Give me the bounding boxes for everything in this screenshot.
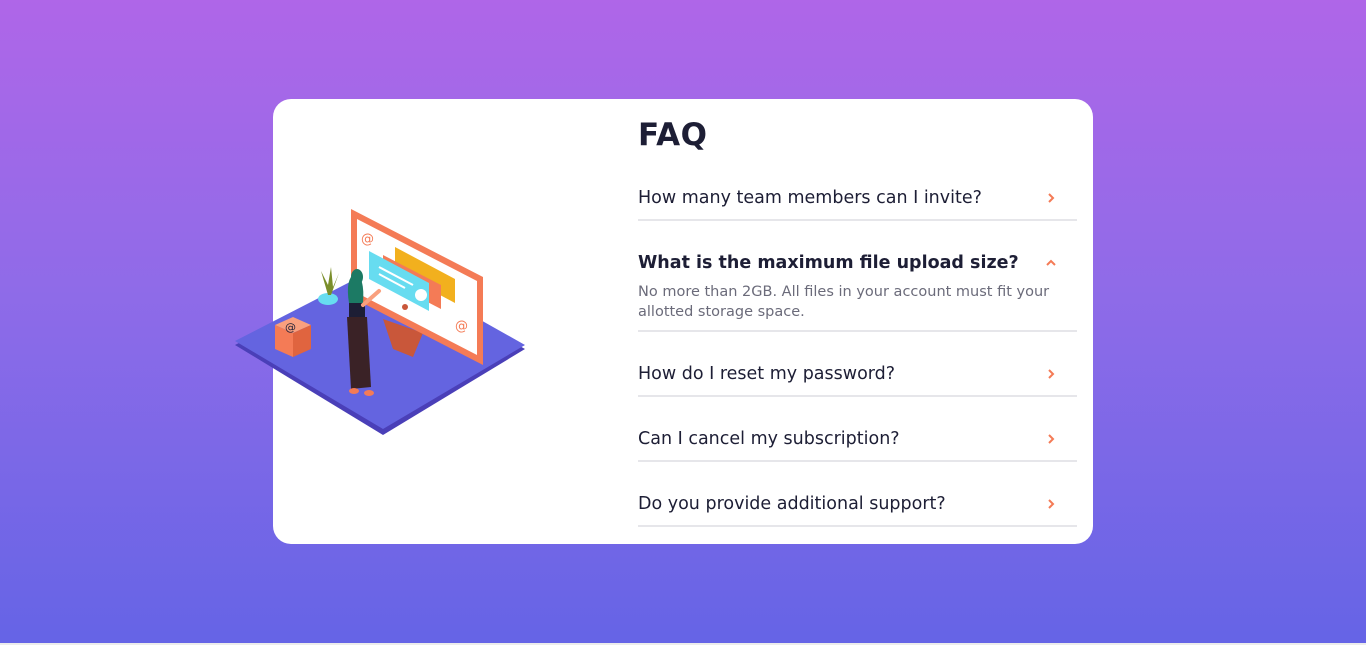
faq-question: Do you provide additional support? xyxy=(638,493,946,514)
chevron-up-icon[interactable] xyxy=(1041,253,1061,273)
faq-item[interactable]: Can I cancel my subscription? xyxy=(638,417,1077,462)
faq-item[interactable]: How do I reset my password? xyxy=(638,352,1077,397)
faq-question: How do I reset my password? xyxy=(638,363,896,384)
woman-at-monitor-illustration: @ @ @ xyxy=(235,209,525,435)
chevron-right-icon[interactable] xyxy=(1041,494,1061,514)
faq-question-toggle[interactable]: Can I cancel my subscription? xyxy=(638,417,1077,460)
chevron-right-icon[interactable] xyxy=(1041,429,1061,449)
faq-question: Can I cancel my subscription? xyxy=(638,428,900,449)
faq-answer: No more than 2GB. All files in your acco… xyxy=(638,284,1050,320)
faq-question-toggle[interactable]: How do I reset my password? xyxy=(638,352,1077,395)
faq-question-toggle[interactable]: What is the maximum file upload size? xyxy=(638,241,1077,284)
faq-list: How many team members can I invite? What… xyxy=(638,176,1077,527)
svg-text:@: @ xyxy=(361,232,374,247)
svg-text:@: @ xyxy=(285,321,296,334)
faq-question-toggle[interactable]: How many team members can I invite? xyxy=(638,176,1077,219)
faq-item[interactable]: Do you provide additional support? xyxy=(638,482,1077,527)
faq-item-expanded[interactable]: What is the maximum file upload size? No… xyxy=(638,241,1077,332)
faq-question-toggle[interactable]: Do you provide additional support? xyxy=(638,482,1077,525)
page-title: FAQ xyxy=(638,117,708,153)
svg-text:@: @ xyxy=(455,319,468,334)
chevron-right-icon[interactable] xyxy=(1041,188,1061,208)
faq-item[interactable]: How many team members can I invite? xyxy=(638,176,1077,221)
chevron-right-icon[interactable] xyxy=(1041,364,1061,384)
faq-question: What is the maximum file upload size? xyxy=(638,252,1019,273)
faq-card: @ @ @ FAQ How many team members can I in… xyxy=(235,99,1093,544)
faq-question: How many team members can I invite? xyxy=(638,187,982,208)
